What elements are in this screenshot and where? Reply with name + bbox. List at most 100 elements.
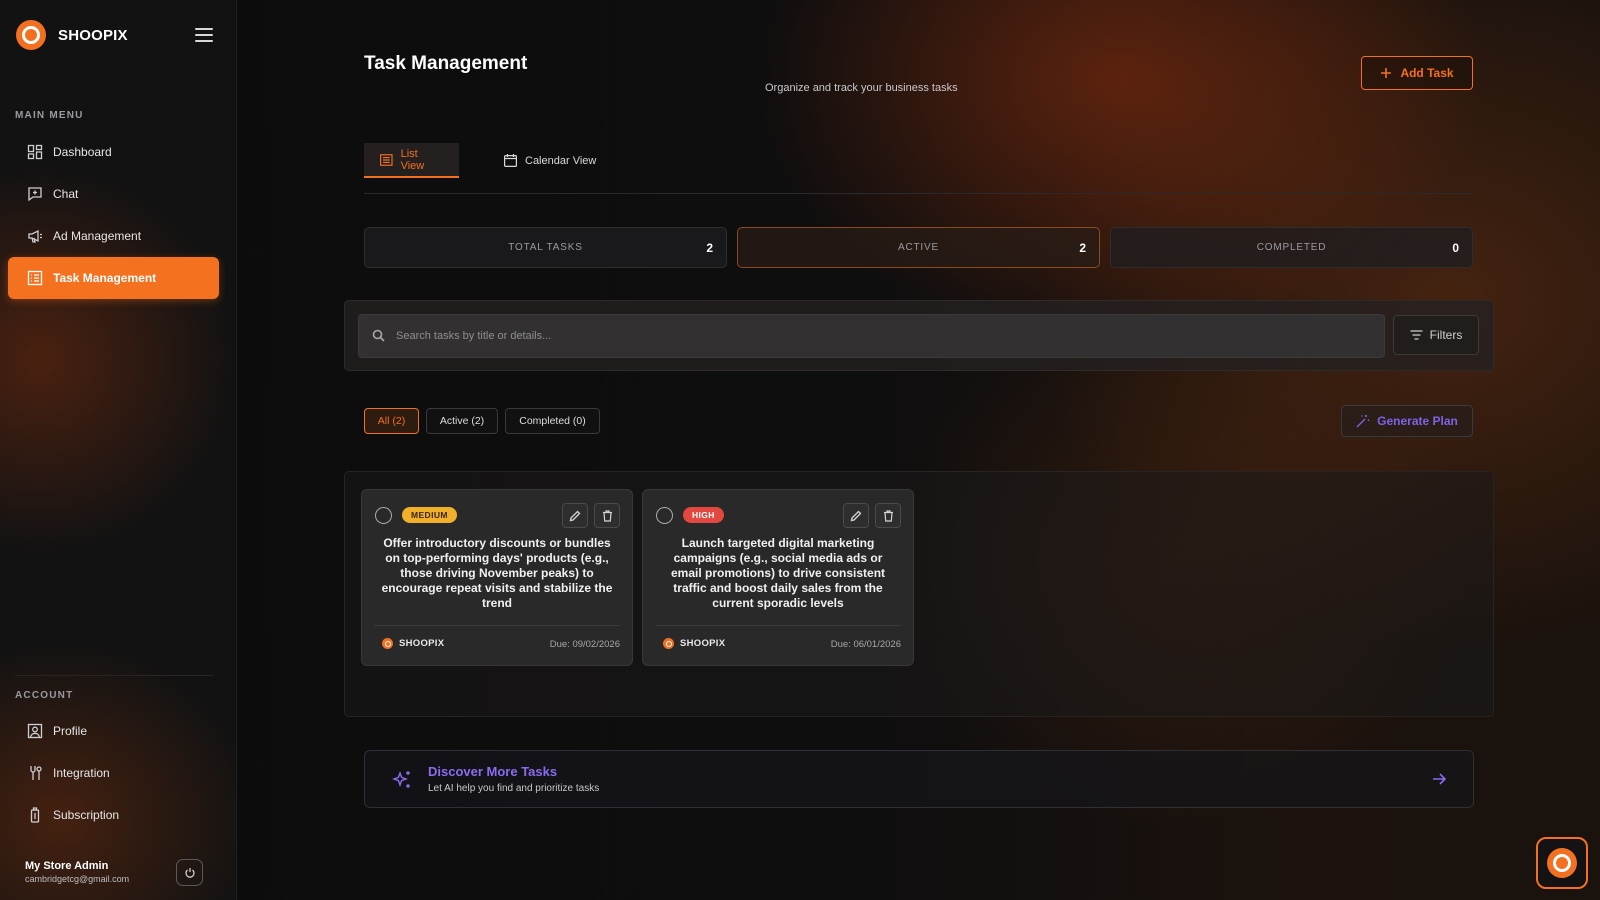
edit-button[interactable] [843, 503, 869, 528]
stat-active: ACTIVE 2 [737, 227, 1100, 268]
page-title: Task Management [364, 53, 528, 74]
page-subtitle: Organize and track your business tasks [765, 82, 958, 94]
stat-label: TOTAL TASKS [508, 242, 583, 253]
pencil-icon [850, 510, 862, 521]
delete-button[interactable] [875, 503, 901, 528]
brand-logo-icon [16, 20, 46, 50]
task-text: Launch targeted digital marketing campai… [670, 536, 886, 610]
search-input[interactable] [386, 330, 1384, 342]
filter-chip-completed[interactable]: Completed (0) [505, 408, 600, 434]
account-label: ACCOUNT [15, 690, 74, 701]
subscription-icon [26, 807, 43, 824]
sidebar-item-profile[interactable]: Profile [8, 710, 219, 752]
delete-button[interactable] [594, 503, 620, 528]
brand-name: SHOOPIX [58, 26, 128, 44]
tabs-divider [364, 193, 1474, 194]
brand[interactable]: SHOOPIX [16, 20, 128, 50]
user-email: cambridgetcg@gmail.com [25, 874, 130, 884]
add-task-button[interactable]: Add Task [1361, 56, 1473, 90]
store-logo-icon [663, 638, 674, 649]
task-complete-radio[interactable] [375, 507, 392, 524]
task-store: SHOOPIX [382, 638, 444, 649]
stat-value: 2 [1079, 240, 1086, 255]
filter-chip-all[interactable]: All (2) [364, 408, 419, 434]
sidebar-item-label: Ad Management [53, 229, 142, 243]
sidebar-divider [15, 675, 213, 676]
sidebar-item-label: Subscription [53, 808, 120, 822]
sidebar-item-label: Integration [53, 766, 110, 780]
trash-icon [883, 509, 893, 522]
dashboard-icon [26, 144, 43, 161]
generate-plan-label: Generate Plan [1377, 414, 1458, 428]
tab-calendar-view[interactable]: Calendar View [488, 143, 612, 178]
logout-button[interactable] [176, 859, 203, 886]
tab-label: List View [400, 147, 425, 172]
priority-badge: HIGH [683, 507, 724, 523]
sidebar-item-label: Task Management [53, 271, 157, 285]
task-list-icon [26, 270, 43, 287]
sidebar-item-subscription[interactable]: Subscription [8, 794, 219, 836]
magic-wand-icon [1356, 415, 1370, 428]
list-icon [380, 153, 393, 166]
task-store: SHOOPIX [663, 638, 725, 649]
filter-icon [1410, 330, 1423, 340]
user-info: My Store Admin cambridgetcg@gmail.com [25, 860, 129, 884]
generate-plan-button[interactable]: Generate Plan [1341, 405, 1473, 437]
task-complete-radio[interactable] [656, 507, 673, 524]
search-box[interactable] [358, 314, 1385, 358]
main-content: Task Management Organize and track your … [237, 0, 1600, 900]
stat-completed: COMPLETED 0 [1110, 227, 1473, 268]
task-cards-panel: MEDIUM Offer introductory discounts or b… [344, 471, 1494, 717]
stat-label: COMPLETED [1256, 242, 1327, 253]
sidebar-item-task-management[interactable]: Task Management [8, 257, 219, 299]
main-menu-label: MAIN MENU [15, 110, 84, 121]
plus-icon [1381, 68, 1392, 78]
store-logo-icon [382, 638, 393, 649]
store-name: SHOOPIX [680, 638, 726, 649]
discover-subtitle: Let AI help you find and prioritize task… [428, 783, 600, 794]
assistant-launcher-button[interactable] [1536, 837, 1588, 889]
sidebar: SHOOPIX MAIN MENU Dashboard Chat Ad Mana… [0, 0, 237, 900]
edit-button[interactable] [562, 503, 588, 528]
card-divider [655, 625, 901, 626]
task-due-date: Due: 06/01/2026 [830, 639, 901, 650]
discover-title: Discover More Tasks [428, 764, 558, 779]
sidebar-item-integration[interactable]: Integration [8, 752, 219, 794]
user-name: My Store Admin [25, 860, 109, 872]
calendar-icon [504, 154, 517, 167]
filters-label: Filters [1429, 328, 1463, 342]
stat-label: ACTIVE [898, 242, 939, 253]
tab-list-view[interactable]: List View [364, 143, 459, 178]
sidebar-item-chat[interactable]: Chat [8, 173, 219, 215]
arrow-right-icon [1431, 771, 1447, 792]
profile-icon [26, 723, 43, 740]
stat-value: 2 [706, 240, 713, 255]
chat-icon [26, 186, 43, 203]
discover-more-tasks-banner[interactable]: Discover More Tasks Let AI help you find… [364, 750, 1474, 808]
search-icon [372, 329, 386, 343]
task-card[interactable]: HIGH Launch targeted digital marketing c… [642, 489, 914, 666]
filter-chip-active[interactable]: Active (2) [426, 408, 498, 434]
store-name: SHOOPIX [399, 638, 445, 649]
stat-value: 0 [1452, 240, 1459, 255]
tab-label: Calendar View [525, 154, 597, 167]
sidebar-item-dashboard[interactable]: Dashboard [8, 131, 219, 173]
megaphone-icon [26, 228, 43, 245]
trash-icon [602, 509, 612, 522]
task-due-date: Due: 09/02/2026 [549, 639, 620, 650]
pencil-icon [569, 510, 581, 521]
add-task-label: Add Task [1400, 66, 1454, 80]
search-panel: Filters [344, 300, 1494, 371]
task-card[interactable]: MEDIUM Offer introductory discounts or b… [361, 489, 633, 666]
sidebar-item-label: Chat [53, 187, 79, 201]
hamburger-menu-icon[interactable] [195, 28, 213, 42]
priority-badge: MEDIUM [402, 507, 457, 523]
sparkles-icon [391, 769, 413, 796]
sidebar-item-ad-management[interactable]: Ad Management [8, 215, 219, 257]
task-text: Offer introductory discounts or bundles … [381, 536, 613, 610]
card-divider [374, 625, 620, 626]
sidebar-item-label: Profile [53, 724, 88, 738]
assistant-logo-icon [1547, 848, 1577, 878]
filters-button[interactable]: Filters [1393, 315, 1479, 355]
stat-total-tasks: TOTAL TASKS 2 [364, 227, 727, 268]
